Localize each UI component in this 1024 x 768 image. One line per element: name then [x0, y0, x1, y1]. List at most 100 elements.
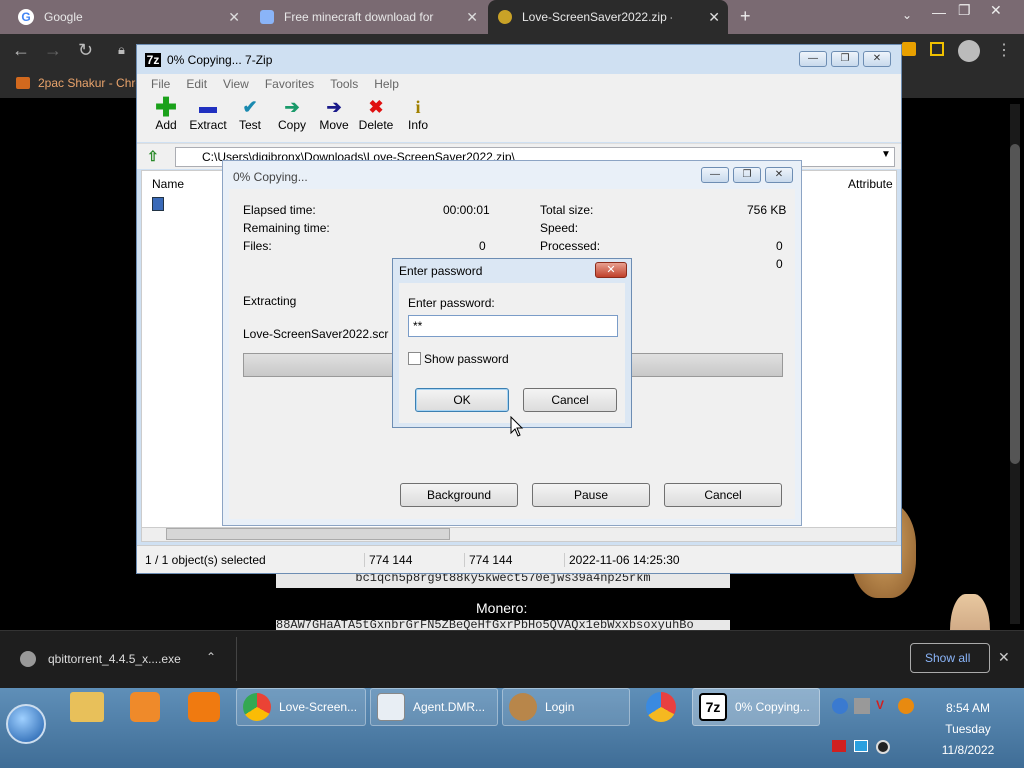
menu-file[interactable]: File — [151, 77, 170, 91]
status-modified: 2022-11-06 14:25:30 — [569, 552, 680, 567]
processed-value: 0 — [776, 239, 783, 253]
monitor-icon[interactable] — [854, 740, 868, 752]
tray-search-icon[interactable] — [898, 698, 914, 714]
file-icon[interactable] — [152, 197, 164, 211]
taskbar-item-login[interactable]: Login — [502, 688, 630, 726]
maximize-icon[interactable]: ❐ — [958, 2, 971, 19]
background-button[interactable]: Background — [400, 483, 518, 507]
media-player-icon[interactable] — [130, 692, 160, 722]
window-title: 0% Copying... 7-Zip — [167, 53, 273, 67]
status-packed: 774 144 — [465, 552, 565, 567]
speed-label: Speed: — [540, 221, 579, 235]
info-button[interactable]: i Info — [397, 94, 439, 142]
reload-icon[interactable]: ↻ — [78, 40, 93, 61]
browser-icon[interactable] — [646, 692, 676, 722]
info-icon: i — [415, 97, 421, 117]
menu-tools[interactable]: Tools — [330, 77, 358, 91]
menu-favorites[interactable]: Favorites — [265, 77, 314, 91]
more-menu-icon[interactable]: ⋮ — [996, 40, 1012, 60]
taskbar-item-chrome[interactable]: Love-Screen... — [236, 688, 366, 726]
forward-icon[interactable]: → — [44, 40, 62, 61]
close-button[interactable]: ✕ — [595, 262, 627, 278]
minimize-button[interactable]: — — [799, 51, 827, 67]
close-icon[interactable]: ✕ — [228, 9, 240, 26]
scrollbar-thumb[interactable] — [166, 528, 450, 540]
menu-edit[interactable]: Edit — [186, 77, 207, 91]
tray-network-icon[interactable] — [854, 698, 870, 714]
test-button[interactable]: ✔ Test — [229, 94, 271, 142]
column-header-name[interactable]: Name — [152, 177, 184, 191]
taskbar-item-agent[interactable]: Agent.DMR... — [370, 688, 498, 726]
password-dialog: Enter password ✕ Enter password: ** Show… — [392, 258, 632, 428]
close-button[interactable]: ✕ — [863, 51, 891, 67]
maximize-button[interactable]: ❐ — [831, 51, 859, 67]
tab-minecraft[interactable]: Free minecraft download for pc ✕ — [250, 0, 486, 34]
scrollbar-thumb[interactable] — [1010, 144, 1020, 464]
flag-icon[interactable] — [832, 740, 846, 752]
elapsed-label: Elapsed time: — [243, 203, 316, 217]
cancel-button[interactable]: Cancel — [664, 483, 782, 507]
file-explorer-icon[interactable] — [70, 692, 104, 722]
tray-antivirus-icon[interactable]: V — [876, 698, 892, 714]
copy-button[interactable]: ➔ Copy — [271, 94, 313, 142]
window-close-icon[interactable]: ✕ — [990, 2, 1002, 19]
show-password-checkbox[interactable] — [408, 352, 421, 365]
close-icon[interactable]: ✕ — [708, 9, 720, 26]
taskbar-item-7zip[interactable]: 7z 0% Copying... — [692, 688, 820, 726]
move-label: Move — [319, 118, 349, 132]
delete-button[interactable]: ✖ Delete — [355, 94, 397, 142]
hamster-icon — [509, 693, 537, 721]
menu-view[interactable]: View — [223, 77, 249, 91]
minimize-button[interactable]: — — [701, 167, 729, 183]
clock[interactable]: 8:54 AM Tuesday 11/8/2022 — [930, 698, 1006, 761]
test-icon: ✔ — [242, 97, 258, 117]
window-titlebar[interactable]: 7z 0% Copying... 7-Zip — ❐ ✕ — [137, 45, 901, 75]
sevenzip-toolbar: ✚ Add Extract ✔ Test ➔ Copy ➔ Move ✖ Del… — [137, 94, 901, 142]
files-label: Files: — [243, 239, 272, 253]
tab-active[interactable]: Love-ScreenSaver2022.zip - Anon ✕ — [488, 0, 728, 34]
close-icon[interactable]: ✕ — [466, 9, 478, 26]
page-scrollbar[interactable] — [1010, 104, 1020, 624]
menu-help[interactable]: Help — [374, 77, 399, 91]
add-button[interactable]: ✚ Add — [145, 94, 187, 142]
password-body: Enter password: ** Show password OK Canc… — [399, 283, 625, 423]
download-item-name[interactable]: qbittorrent_4.4.5_x....exe — [48, 652, 181, 666]
sevenzip-icon: 7z — [699, 693, 727, 721]
uc-browser-icon[interactable] — [188, 692, 220, 722]
move-button[interactable]: ➔ Move — [313, 94, 355, 142]
tab-title: Love-ScreenSaver2022.zip - Anon — [522, 10, 672, 24]
tab-google[interactable]: G Google ✕ — [8, 0, 248, 34]
show-all-button[interactable]: Show all — [910, 643, 990, 673]
password-input[interactable]: ** — [408, 315, 618, 337]
document-icon — [377, 693, 405, 721]
back-icon[interactable]: ← — [12, 40, 30, 61]
tray-app-icon[interactable] — [832, 698, 848, 714]
minimize-icon[interactable]: — — [932, 4, 946, 20]
bookmark-link[interactable]: 2pac Shakur - Chro — [38, 76, 142, 90]
sidebar-icon[interactable] — [930, 42, 944, 56]
status-size: 774 144 — [365, 552, 465, 567]
volume-icon[interactable] — [876, 740, 890, 754]
file-icon — [20, 651, 36, 667]
new-tab-icon[interactable]: + — [740, 6, 751, 27]
delete-icon: ✖ — [368, 97, 384, 117]
chevron-up-icon[interactable]: ⌃ — [206, 650, 216, 664]
close-button[interactable]: ✕ — [765, 167, 793, 183]
extension-icon[interactable] — [902, 42, 916, 56]
column-header-attributes[interactable]: Attribute — [848, 177, 893, 191]
maximize-button[interactable]: ❐ — [733, 167, 761, 183]
start-button[interactable] — [6, 704, 46, 744]
copy-icon: ➔ — [284, 97, 300, 117]
close-icon[interactable]: ✕ — [998, 649, 1010, 666]
pause-button[interactable]: Pause — [532, 483, 650, 507]
chevron-down-icon[interactable]: ▼ — [881, 149, 891, 160]
divider — [236, 637, 237, 681]
folder-up-icon[interactable]: ⇧ — [147, 148, 159, 165]
ok-button[interactable]: OK — [415, 388, 509, 412]
profile-avatar[interactable] — [958, 40, 980, 62]
extract-button[interactable]: Extract — [187, 94, 229, 142]
horizontal-scrollbar[interactable] — [142, 527, 896, 541]
chevron-down-icon[interactable]: ⌄ — [902, 8, 912, 22]
cancel-button[interactable]: Cancel — [523, 388, 617, 412]
clock-date: 11/8/2022 — [941, 743, 995, 757]
